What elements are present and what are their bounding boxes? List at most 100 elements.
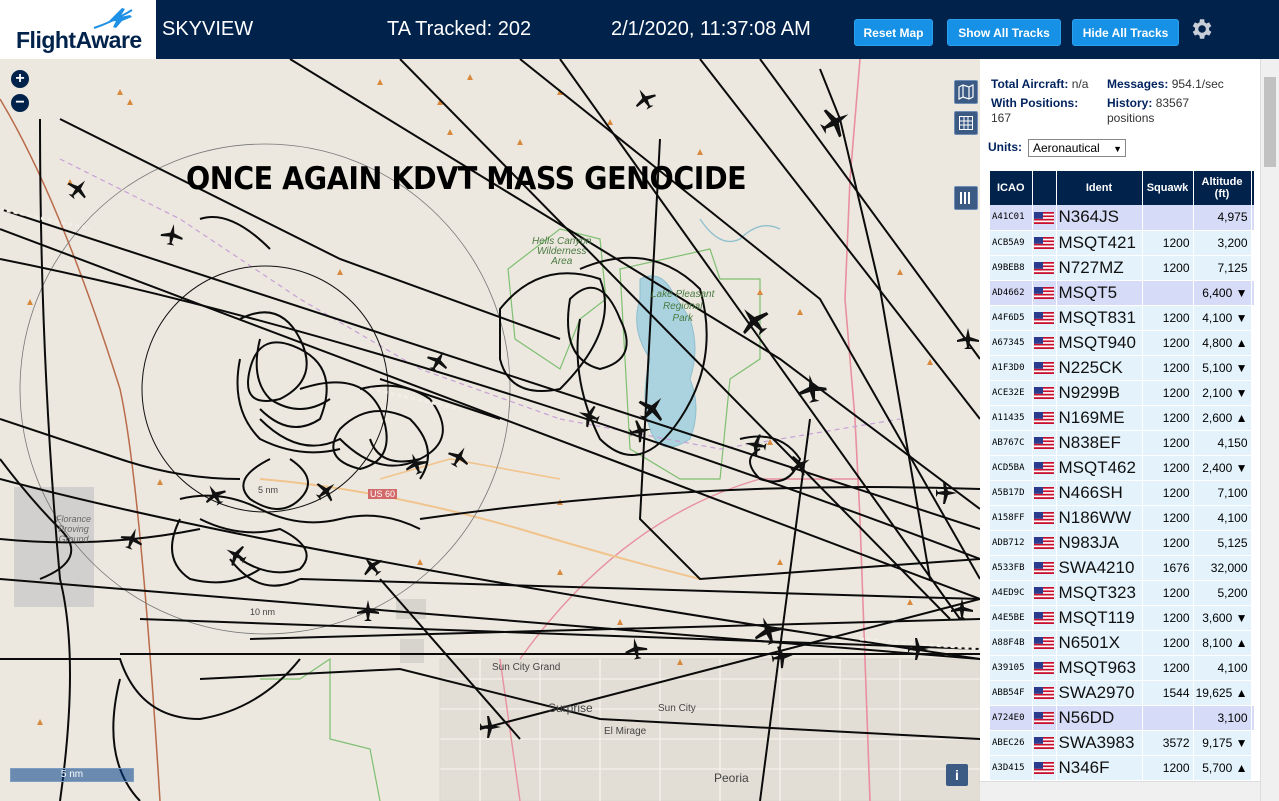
table-row[interactable]: A11435 N169ME 1200 2,600 ▲ — [990, 405, 1255, 431]
cell-flag — [1032, 505, 1057, 531]
col-altitude[interactable]: Altitude (ft) — [1193, 171, 1252, 205]
us-flag-icon — [1033, 512, 1054, 525]
cell-ident: N225CK — [1056, 355, 1143, 381]
cell-squawk: 1200 — [1142, 355, 1194, 381]
cell-flag — [1032, 705, 1057, 731]
table-row[interactable]: ADB712 N983JA 1200 5,125 — [990, 530, 1255, 556]
cell-altitude: 7,100 — [1193, 480, 1252, 506]
table-row[interactable]: A67345 MSQT940 1200 4,800 ▲ — [990, 330, 1255, 356]
zoom-out-button[interactable]: − — [11, 94, 29, 112]
cell-flag — [1032, 680, 1057, 706]
panel-scrollbar[interactable] — [1260, 59, 1279, 801]
cell-icao: A39105 — [990, 655, 1033, 681]
cell-flag — [1032, 230, 1057, 256]
cell-ident: N838EF — [1056, 430, 1143, 456]
cell-squawk: 1676 — [1142, 555, 1194, 581]
table-row[interactable]: A3D415 N346F 1200 5,700 ▲ — [990, 755, 1255, 781]
cell-flag — [1032, 355, 1057, 381]
cell-ident: SWA3983 — [1056, 730, 1143, 756]
cell-extra — [1251, 630, 1255, 656]
cell-extra — [1251, 405, 1255, 431]
total-aircraft-label: Total Aircraft: — [991, 77, 1069, 91]
table-row[interactable]: A88F4B N6501X 1200 8,100 ▲ — [990, 630, 1255, 656]
cell-squawk: 1200 — [1142, 655, 1194, 681]
reset-map-button[interactable]: Reset Map — [854, 19, 933, 46]
cell-altitude: 3,600 ▼ — [1193, 605, 1252, 631]
cell-extra — [1251, 380, 1255, 406]
cell-squawk: 1200 — [1142, 380, 1194, 406]
us-flag-icon — [1033, 462, 1054, 475]
table-row[interactable]: A41C01 N364JS 4,975 — [990, 205, 1255, 231]
table-row[interactable]: AB767C N838EF 1200 4,150 — [990, 430, 1255, 456]
flightaware-logo[interactable]: FlightAware — [0, 0, 156, 59]
sidebar-toggle-button[interactable] — [954, 186, 978, 210]
cell-squawk: 1544 — [1142, 680, 1194, 706]
table-row[interactable]: A5B17D N466SH 1200 7,100 — [990, 480, 1255, 506]
zoom-in-button[interactable]: + — [11, 70, 29, 88]
cell-squawk — [1142, 205, 1194, 231]
units-select[interactable]: Aeronautical — [1028, 139, 1126, 157]
table-header: ICAO Ident Squawk Altitude (ft) — [990, 171, 1255, 205]
cell-icao: ABEC26 — [990, 730, 1033, 756]
table-row[interactable]: A39105 MSQT963 1200 4,100 — [990, 655, 1255, 681]
grid-toggle-button[interactable] — [954, 111, 978, 135]
cell-extra — [1251, 280, 1255, 306]
scroll-thumb[interactable] — [1264, 77, 1276, 167]
cell-ident: N346F — [1056, 755, 1143, 781]
info-button[interactable]: i — [946, 764, 968, 786]
grid-icon — [959, 116, 973, 130]
table-row[interactable]: A533FB SWA4210 1676 32,000 — [990, 555, 1255, 581]
cell-squawk — [1142, 280, 1194, 306]
cell-extra — [1251, 230, 1255, 256]
map-view[interactable]: ONCE AGAIN KDVT MASS GENOCIDE Hells Cany… — [0, 59, 980, 801]
cell-flag — [1032, 405, 1057, 431]
cell-flag — [1032, 530, 1057, 556]
site-name: SKYVIEW — [162, 18, 254, 40]
with-positions-value: 167 — [991, 111, 1012, 125]
cell-extra — [1251, 680, 1255, 706]
col-icao[interactable]: ICAO — [990, 171, 1033, 205]
cell-altitude: 32,000 — [1193, 555, 1252, 581]
table-row[interactable]: ACB5A9 MSQT421 1200 3,200 — [990, 230, 1255, 256]
hide-all-tracks-button[interactable]: Hide All Tracks — [1072, 19, 1179, 46]
map-icon — [958, 84, 974, 100]
table-row[interactable]: ACD5BA MSQT462 1200 2,400 ▼ — [990, 455, 1255, 481]
cell-extra — [1251, 480, 1255, 506]
cell-squawk: 1200 — [1142, 605, 1194, 631]
table-row[interactable]: AD4662 MSQT5 6,400 ▼ — [990, 280, 1255, 306]
cell-ident: MSQT940 — [1056, 330, 1143, 356]
us-flag-icon — [1033, 687, 1054, 700]
col-ident[interactable]: Ident — [1056, 171, 1143, 205]
cell-extra — [1251, 430, 1255, 456]
us-flag-icon — [1033, 612, 1054, 625]
table-row[interactable]: A724E0 N56DD 3,100 — [990, 705, 1255, 731]
cell-squawk: 1200 — [1142, 305, 1194, 331]
table-row[interactable]: A1F3D0 N225CK 1200 5,100 ▼ — [990, 355, 1255, 381]
gear-icon[interactable] — [1188, 16, 1214, 42]
table-row[interactable]: A158FF N186WW 1200 4,100 — [990, 505, 1255, 531]
cell-altitude: 2,100 ▼ — [1193, 380, 1252, 406]
table-row[interactable]: ABEC26 SWA3983 3572 9,175 ▼ — [990, 730, 1255, 756]
cell-altitude: 8,100 ▲ — [1193, 630, 1252, 656]
table-row[interactable]: ACE32E N9299B 1200 2,100 ▼ — [990, 380, 1255, 406]
us-flag-icon — [1033, 337, 1054, 350]
panel-hscrollbar[interactable] — [980, 781, 1260, 801]
col-flag[interactable] — [1032, 171, 1057, 205]
table-row[interactable]: ABB54F SWA2970 1544 19,625 ▲ — [990, 680, 1255, 706]
us-flag-icon — [1033, 637, 1054, 650]
table-row[interactable]: A9BEB8 N727MZ 1200 7,125 — [990, 255, 1255, 281]
map-layers-button[interactable] — [954, 80, 978, 104]
with-positions-stat: With Positions: 167 — [991, 96, 1101, 126]
table-row[interactable]: A4F6D5 MSQT831 1200 4,100 ▼ — [990, 305, 1255, 331]
show-all-tracks-button[interactable]: Show All Tracks — [947, 19, 1061, 46]
cell-icao: A3D415 — [990, 755, 1033, 781]
cell-altitude: 2,400 ▼ — [1193, 455, 1252, 481]
map-banner-text: ONCE AGAIN KDVT MASS GENOCIDE — [186, 161, 747, 197]
col-squawk[interactable]: Squawk — [1142, 171, 1194, 205]
cell-ident: N727MZ — [1056, 255, 1143, 281]
table-row[interactable]: A4E5BE MSQT119 1200 3,600 ▼ — [990, 605, 1255, 631]
cell-ident: SWA2970 — [1056, 680, 1143, 706]
cell-flag — [1032, 380, 1057, 406]
table-row[interactable]: A4ED9C MSQT323 1200 5,200 — [990, 580, 1255, 606]
cell-icao: AB767C — [990, 430, 1033, 456]
